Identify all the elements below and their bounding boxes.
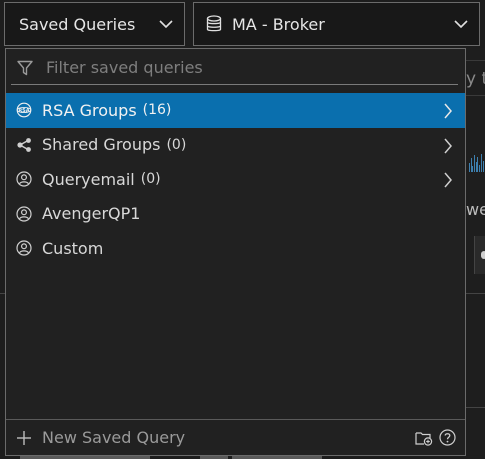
list-item-avengerqp1[interactable]: AvengerQP1 (6, 197, 465, 232)
filter-icon (17, 60, 33, 75)
user-icon (16, 240, 32, 256)
item-count: (0) (140, 171, 161, 188)
background-card[interactable] (474, 236, 485, 274)
filter-input[interactable] (46, 58, 458, 77)
page: y t we Saved Queries MA - Broker (0, 0, 485, 459)
background-text: we (466, 200, 485, 219)
chevron-right-icon[interactable] (443, 103, 453, 119)
help-icon[interactable] (439, 429, 456, 446)
background-search-text: y t (466, 69, 485, 89)
background-divider (466, 293, 485, 294)
service-dropdown[interactable]: MA - Broker (193, 2, 480, 46)
saved-queries-menu: RSA RSA Groups (16) Shared Groups (0) (5, 48, 466, 456)
background-divider (466, 407, 485, 408)
saved-queries-dropdown[interactable]: Saved Queries (4, 2, 185, 46)
saved-queries-label: Saved Queries (19, 14, 136, 34)
rsa-logo-icon: RSA (16, 102, 32, 118)
item-count: (16) (142, 102, 172, 119)
list-item-queryemail[interactable]: Queryemail (0) (6, 162, 465, 197)
item-label: Shared Groups (42, 135, 161, 155)
list-item-custom[interactable]: Custom (6, 231, 465, 266)
item-count: (0) (166, 136, 187, 153)
chevron-down-icon (159, 20, 173, 29)
chevron-right-icon[interactable] (443, 172, 453, 188)
plus-icon[interactable] (16, 430, 32, 446)
item-label: RSA Groups (42, 100, 137, 120)
menu-footer: New Saved Query (6, 419, 465, 455)
item-label: AvengerQP1 (42, 204, 141, 224)
database-icon (206, 15, 222, 32)
query-list: RSA RSA Groups (16) Shared Groups (0) Qu… (6, 93, 465, 266)
service-label: MA - Broker (232, 14, 325, 34)
user-icon (16, 206, 32, 222)
chevron-down-icon (454, 20, 468, 29)
list-item-shared-groups[interactable]: Shared Groups (0) (6, 128, 465, 163)
filter-bar (11, 51, 458, 85)
svg-text:RSA: RSA (18, 108, 29, 114)
folder-add-icon[interactable] (415, 430, 433, 446)
chevron-right-icon[interactable] (443, 138, 453, 154)
item-label: Queryemail (42, 169, 135, 189)
background-search-field[interactable]: y t (466, 60, 485, 96)
item-label: Custom (42, 238, 104, 258)
user-icon (16, 171, 32, 187)
new-saved-query-button[interactable]: New Saved Query (42, 428, 185, 447)
list-item-rsa-groups[interactable]: RSA RSA Groups (16) (6, 93, 465, 128)
share-icon (17, 137, 31, 152)
background-sparkline (468, 152, 485, 174)
